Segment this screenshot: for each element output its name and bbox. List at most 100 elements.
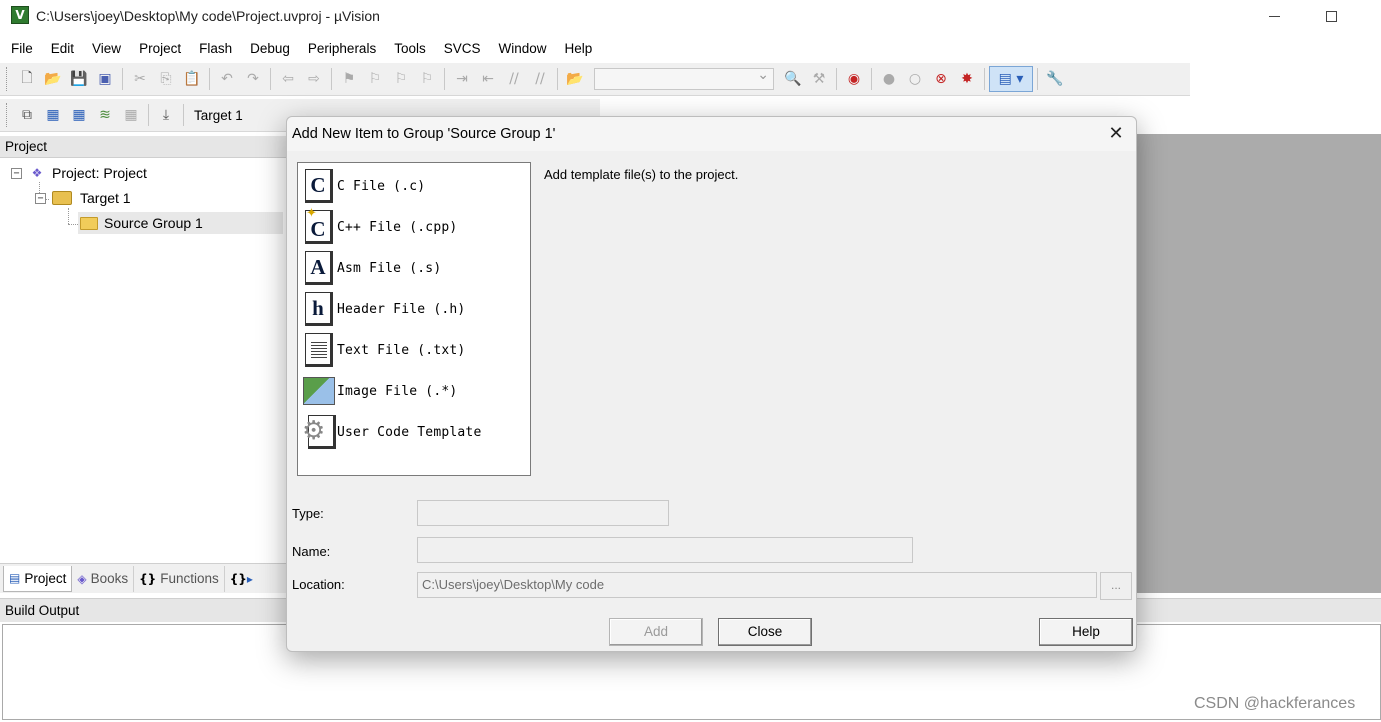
open-folder-icon[interactable]: 📂 <box>40 66 66 92</box>
navigate-forward-icon[interactable]: ⇨ <box>301 66 327 92</box>
find-icon[interactable]: 🔍 <box>780 66 806 92</box>
window-layout-icon[interactable]: ▤ ▾ <box>989 66 1033 92</box>
menu-flash[interactable]: Flash <box>190 41 241 56</box>
header-letter: h <box>305 292 333 326</box>
user-template-icon: ⚙ <box>302 414 336 450</box>
text-file-icon <box>302 332 333 368</box>
build-icon[interactable]: ▦ <box>40 102 66 128</box>
clear-bookmarks-icon[interactable]: ⚐ <box>414 66 440 92</box>
menu-help[interactable]: Help <box>556 41 602 56</box>
project-tree: − ❖ Project: Project − Target 1 Source G… <box>0 158 300 563</box>
find-combo[interactable] <box>594 67 774 90</box>
undo-icon[interactable]: ↶ <box>214 66 240 92</box>
unindent-icon[interactable]: ⇤ <box>475 66 501 92</box>
target-folder-icon <box>52 191 72 205</box>
translate-icon[interactable]: ⧉ <box>14 102 40 128</box>
image-thumb <box>303 377 335 405</box>
toolbar-separator <box>331 68 332 90</box>
tree-item-target[interactable]: − Target 1 <box>35 187 131 209</box>
list-item-text-file[interactable]: Text File (.txt) <box>302 331 465 369</box>
configure-wrench-icon[interactable]: 🔧 <box>1042 66 1068 92</box>
target-name[interactable]: Target 1 <box>194 108 243 123</box>
tab-templates[interactable]: {}▸ <box>225 566 262 592</box>
list-item-header-file[interactable]: h Header File (.h) <box>302 290 465 328</box>
dialog-close-button[interactable]: ✕ <box>1099 123 1133 147</box>
redo-icon[interactable]: ↷ <box>240 66 266 92</box>
menu-svcs[interactable]: SVCS <box>435 41 490 56</box>
toolbar-separator <box>836 68 837 90</box>
list-item-label: Header File (.h) <box>337 301 466 317</box>
location-field[interactable]: C:\Users\joey\Desktop\My code <box>417 572 1097 598</box>
tab-project[interactable]: ▤ Project <box>3 565 73 592</box>
menu-tools[interactable]: Tools <box>385 41 435 56</box>
paste-icon[interactable]: 📋 <box>179 66 205 92</box>
indent-icon[interactable]: ⇥ <box>449 66 475 92</box>
tab-label: Books <box>90 571 129 586</box>
prev-bookmark-icon[interactable]: ⚐ <box>362 66 388 92</box>
menu-peripherals[interactable]: Peripherals <box>299 41 385 56</box>
disable-all-breakpoints-icon[interactable]: ⊗ <box>928 66 954 92</box>
collapse-toggle-icon[interactable]: − <box>11 167 22 179</box>
rebuild-icon[interactable]: ▦ <box>66 102 92 128</box>
list-item-user-template[interactable]: ⚙ User Code Template <box>302 413 481 451</box>
menu-file[interactable]: File <box>2 41 42 56</box>
menu-debug[interactable]: Debug <box>241 41 299 56</box>
list-item-image-file[interactable]: Image File (.*) <box>302 372 457 410</box>
add-new-item-dialog: Add New Item to Group 'Source Group 1' ✕… <box>286 116 1137 652</box>
tree-item-source-group[interactable]: Source Group 1 <box>78 212 283 234</box>
stop-build-icon[interactable]: ▦ <box>118 102 144 128</box>
incremental-find-icon[interactable]: ⚒ <box>806 66 832 92</box>
tab-books[interactable]: ◈ Books <box>72 565 135 592</box>
toolbar-separator <box>444 68 445 90</box>
collapse-toggle-icon[interactable]: − <box>35 192 46 204</box>
minimize-button[interactable] <box>1251 0 1297 32</box>
template-list[interactable]: C C File (.c) C ✦ C++ File (.cpp) A Asm … <box>297 162 531 476</box>
asm-letter: A <box>305 251 333 285</box>
new-file-icon[interactable]: 🗋 <box>14 66 40 92</box>
tree-item-project[interactable]: − ❖ Project: Project <box>11 162 147 184</box>
copy-icon[interactable]: ⎘ <box>153 66 179 92</box>
save-all-icon[interactable]: ▣ <box>92 66 118 92</box>
kill-all-breakpoints-icon[interactable]: ✸ <box>954 66 980 92</box>
find-in-files-icon[interactable]: 📂 <box>562 66 588 92</box>
menu-edit[interactable]: Edit <box>42 41 83 56</box>
menu-view[interactable]: View <box>83 41 130 56</box>
close-button[interactable]: Close <box>718 618 812 646</box>
add-button[interactable]: Add <box>609 618 703 646</box>
disable-breakpoint-icon[interactable]: ○ <box>902 66 928 92</box>
uncomment-icon[interactable]: // <box>527 66 553 92</box>
toolbar-separator <box>871 68 872 90</box>
name-field[interactable] <box>417 537 913 563</box>
toolbar-grip[interactable] <box>6 67 9 91</box>
cut-icon[interactable]: ✂ <box>127 66 153 92</box>
tree-item-label: Source Group 1 <box>104 215 203 231</box>
list-item-cpp-file[interactable]: C ✦ C++ File (.cpp) <box>302 206 457 246</box>
save-icon[interactable]: 💾 <box>66 66 92 92</box>
image-file-icon <box>302 373 335 409</box>
toolbar-grip[interactable] <box>6 103 9 127</box>
navigate-back-icon[interactable]: ⇦ <box>275 66 301 92</box>
batch-build-icon[interactable]: ≋ <box>92 102 118 128</box>
tree-connector <box>68 208 69 224</box>
breakpoint-icon[interactable]: ● <box>876 66 902 92</box>
browse-button[interactable]: ... <box>1100 572 1132 600</box>
help-button[interactable]: Help <box>1039 618 1133 646</box>
list-item-c-file[interactable]: C C File (.c) <box>302 167 425 205</box>
menu-project[interactable]: Project <box>130 41 190 56</box>
comment-icon[interactable]: // <box>501 66 527 92</box>
bookmark-icon[interactable]: ⚑ <box>336 66 362 92</box>
type-field[interactable] <box>417 500 669 526</box>
tab-functions[interactable]: {} Functions <box>134 565 225 592</box>
menu-window[interactable]: Window <box>489 41 555 56</box>
toolbar-separator <box>183 104 184 126</box>
maximize-button[interactable] <box>1308 0 1354 32</box>
debug-session-icon[interactable]: ◉ <box>841 66 867 92</box>
c-file-icon: C <box>302 168 333 204</box>
next-bookmark-icon[interactable]: ⚐ <box>388 66 414 92</box>
toolbar-separator <box>984 68 985 90</box>
project-icon: ❖ <box>31 166 43 180</box>
load-download-icon[interactable]: ⤓ <box>153 102 179 128</box>
folder-icon <box>80 216 98 230</box>
watermark: CSDN @hackferances <box>1194 695 1356 712</box>
list-item-asm-file[interactable]: A Asm File (.s) <box>302 249 441 287</box>
